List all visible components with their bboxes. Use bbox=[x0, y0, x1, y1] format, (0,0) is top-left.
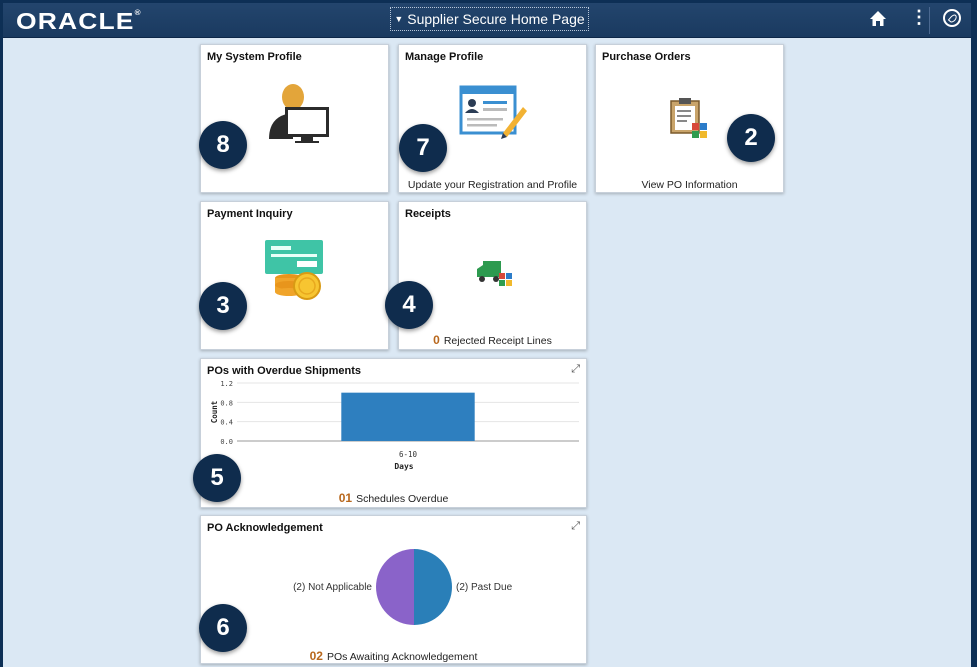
pie-slice-label: (2) Past Due bbox=[456, 582, 513, 593]
x-tick-label: 6-10 bbox=[399, 450, 418, 459]
kpi-label: Rejected Receipt Lines bbox=[443, 335, 552, 347]
delivery-truck-icon bbox=[477, 261, 512, 286]
bar bbox=[341, 392, 475, 441]
tile-title: Purchase Orders bbox=[602, 51, 691, 63]
home-icon[interactable] bbox=[869, 10, 887, 32]
callout-badge: 8 bbox=[199, 121, 247, 169]
y-axis-label: Count bbox=[210, 401, 219, 424]
kpi-count: 02 bbox=[309, 649, 323, 663]
callout-badge: 5 bbox=[193, 454, 241, 502]
tile-purchase-orders[interactable]: Purchase Orders View PO Information 2 bbox=[595, 44, 784, 193]
pie-slice bbox=[414, 549, 452, 625]
pie-slice bbox=[376, 549, 414, 625]
tile-my-system-profile[interactable]: My System Profile 8 bbox=[199, 44, 389, 193]
user-computer-icon bbox=[269, 84, 329, 143]
kpi-count: 0 bbox=[433, 333, 440, 347]
acknowledgement-pie-chart: (2) Not Applicable (2) Past Due bbox=[293, 549, 513, 625]
navbar-compass-icon[interactable] bbox=[943, 9, 961, 27]
tile-receipts[interactable]: Receipts 0 Rejected Receipt Lines 4 bbox=[385, 201, 587, 350]
tile-title: Receipts bbox=[405, 208, 451, 220]
expand-icon[interactable]: ⤢ bbox=[571, 363, 580, 376]
header-divider bbox=[929, 7, 930, 34]
tile-title: PO Acknowledgement bbox=[207, 522, 323, 534]
x-axis-label: Days bbox=[394, 462, 413, 471]
expand-icon[interactable]: ⤢ bbox=[571, 520, 580, 533]
kpi-label: Schedules Overdue bbox=[356, 493, 449, 505]
header-bar: ORACLE® ▼ Supplier Secure Home Page ⋮ bbox=[3, 3, 971, 38]
pie-slice-label: (2) Not Applicable bbox=[293, 582, 372, 593]
page-title-dropdown[interactable]: ▼ Supplier Secure Home Page bbox=[390, 7, 589, 31]
tile-payment-inquiry[interactable]: Payment Inquiry 3 bbox=[199, 201, 389, 350]
tile-title: My System Profile bbox=[207, 51, 302, 63]
page-title: Supplier Secure Home Page bbox=[407, 11, 585, 27]
callout-badge: 2 bbox=[727, 114, 775, 162]
profile-form-icon bbox=[459, 85, 527, 139]
tile-footer: 02 POs Awaiting Acknowledgement bbox=[201, 649, 586, 663]
overdue-bar-chart: 1.2 0.8 0.4 0.0 Count 6-10 Days bbox=[210, 380, 579, 471]
tile-footer: Update your Registration and Profile bbox=[407, 179, 578, 191]
y-tick-label: 0.8 bbox=[220, 399, 233, 407]
tile-title: Payment Inquiry bbox=[207, 208, 293, 220]
tile-footer: 01 Schedules Overdue bbox=[201, 491, 586, 505]
callout-badge: 4 bbox=[385, 281, 433, 329]
tile-footer: View PO Information bbox=[641, 179, 738, 191]
caret-down-icon: ▼ bbox=[394, 14, 404, 24]
y-tick-label: 0.4 bbox=[220, 419, 233, 427]
tile-title: Manage Profile bbox=[405, 51, 484, 63]
payment-check-coins-icon bbox=[265, 240, 323, 300]
kpi-count: 01 bbox=[338, 491, 353, 505]
tile-po-acknowledgement[interactable]: PO Acknowledgement ⤢ (2) Not Applicable(… bbox=[199, 515, 587, 664]
oracle-logo: ORACLE® bbox=[16, 8, 142, 34]
tile-footer: 0 Rejected Receipt Lines bbox=[399, 333, 586, 347]
app-frame: ORACLE® ▼ Supplier Secure Home Page ⋮ My… bbox=[3, 3, 971, 667]
kpi-label: POs Awaiting Acknowledgement bbox=[326, 651, 478, 663]
actions-menu-icon[interactable]: ⋮ bbox=[910, 7, 928, 28]
callout-badge: 3 bbox=[199, 282, 247, 330]
callout-badge: 7 bbox=[399, 124, 447, 172]
tile-overdue-shipments[interactable]: POs with Overdue Shipments ⤢ 1.2 0.8 0.4 0.… bbox=[193, 358, 587, 508]
callout-badge: 6 bbox=[199, 604, 247, 652]
y-tick-label: 0.0 bbox=[220, 438, 233, 446]
tile-title: POs with Overdue Shipments bbox=[207, 365, 362, 377]
tile-manage-profile[interactable]: Manage Profile Update your Registration … bbox=[398, 44, 587, 193]
y-tick-label: 1.2 bbox=[220, 380, 233, 388]
clipboard-icon bbox=[670, 98, 707, 138]
